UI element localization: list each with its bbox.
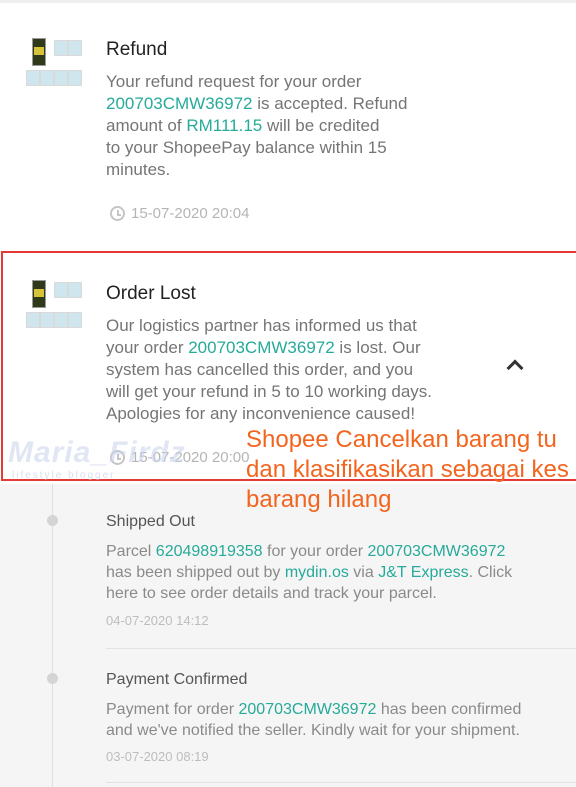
annotation-line-1: Shopee Cancelkan barang tu bbox=[246, 426, 557, 453]
payment-confirmed-timestamp: 03-07-2020 08:19 bbox=[106, 749, 209, 764]
refund-timestamp: 15-07-2020 20:04 bbox=[110, 205, 249, 222]
order-id-link[interactable]: 200703CMW36972 bbox=[368, 543, 506, 560]
shipped-out-title: Shipped Out bbox=[106, 513, 195, 530]
divider bbox=[106, 648, 576, 649]
annotation-line-2: dan klasifikasikan sebagai kes bbox=[246, 456, 569, 483]
timeline-dot bbox=[47, 673, 58, 684]
annotation-line-3: barang hilang bbox=[246, 486, 392, 513]
product-thumbnail bbox=[24, 36, 86, 98]
watermark: Maria_Firdz bbox=[8, 436, 186, 469]
order-timeline bbox=[0, 484, 576, 787]
refund-title: Refund bbox=[106, 39, 168, 60]
shipped-out-message[interactable]: Parcel 620498919358 for your order 20070… bbox=[106, 541, 566, 604]
payment-confirmed-title: Payment Confirmed bbox=[106, 671, 248, 688]
parcel-number-link[interactable]: 620498919358 bbox=[156, 543, 263, 560]
shipped-out-timestamp: 04-07-2020 14:12 bbox=[106, 613, 209, 628]
courier-link[interactable]: J&T Express bbox=[378, 564, 468, 581]
timeline-dot bbox=[47, 515, 58, 526]
payment-confirmed-message: Payment for order 200703CMW36972 has bee… bbox=[106, 701, 522, 739]
seller-link[interactable]: mydin.os bbox=[285, 564, 349, 581]
divider bbox=[106, 782, 576, 783]
refund-amount: RM111.15 bbox=[186, 116, 263, 135]
timeline-line bbox=[52, 484, 53, 787]
order-id-link[interactable]: 200703CMW36972 bbox=[106, 94, 252, 113]
clock-icon bbox=[110, 206, 125, 221]
order-id-link[interactable]: 200703CMW36972 bbox=[239, 701, 377, 718]
watermark-subtitle: lifestyle blogger bbox=[12, 470, 116, 481]
refund-message: Your refund request for your order 20070… bbox=[106, 72, 408, 179]
refund-notification[interactable]: Refund Your refund request for your orde… bbox=[0, 3, 576, 248]
